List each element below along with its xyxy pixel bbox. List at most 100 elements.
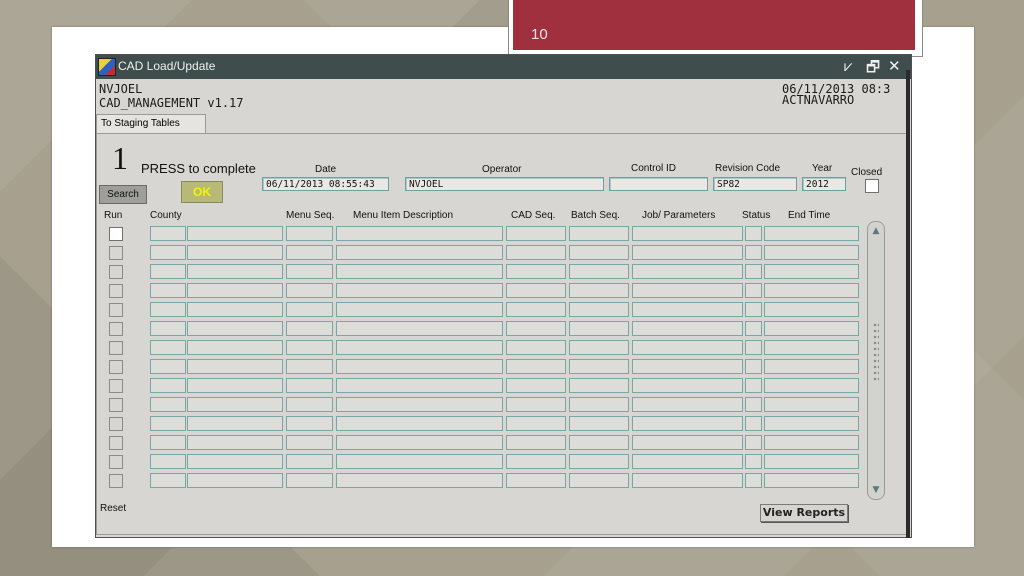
menu-item-description-cell[interactable] (336, 245, 503, 260)
end-time-cell[interactable] (764, 473, 859, 488)
scroll-grip-icon[interactable] (873, 322, 879, 382)
menu-item-description-cell[interactable] (336, 416, 503, 431)
status-cell[interactable] (745, 245, 762, 260)
run-checkbox[interactable] (109, 398, 123, 412)
county-cell[interactable] (150, 245, 186, 260)
batch-seq-cell[interactable] (569, 378, 629, 393)
cad-seq-cell[interactable] (506, 321, 566, 336)
county-cell[interactable] (150, 226, 186, 241)
status-cell[interactable] (745, 454, 762, 469)
job-parameters-cell[interactable] (632, 264, 743, 279)
batch-seq-cell[interactable] (569, 226, 629, 241)
batch-seq-cell[interactable] (569, 359, 629, 374)
job-parameters-cell[interactable] (632, 416, 743, 431)
run-checkbox[interactable] (109, 265, 123, 279)
menu-seq-cell[interactable] (286, 264, 333, 279)
job-parameters-cell[interactable] (632, 473, 743, 488)
menu-seq-cell[interactable] (286, 454, 333, 469)
county-name-cell[interactable] (187, 340, 283, 355)
batch-seq-cell[interactable] (569, 397, 629, 412)
run-checkbox[interactable] (109, 284, 123, 298)
job-parameters-cell[interactable] (632, 359, 743, 374)
menu-item-description-cell[interactable] (336, 435, 503, 450)
job-parameters-cell[interactable] (632, 302, 743, 317)
close-icon[interactable]: ✕ (888, 57, 901, 75)
run-checkbox[interactable] (109, 455, 123, 469)
county-cell[interactable] (150, 397, 186, 412)
batch-seq-cell[interactable] (569, 473, 629, 488)
run-checkbox[interactable] (109, 379, 123, 393)
end-time-cell[interactable] (764, 340, 859, 355)
county-name-cell[interactable] (187, 473, 283, 488)
menu-seq-cell[interactable] (286, 226, 333, 241)
tab-to-staging-tables[interactable]: To Staging Tables (96, 114, 206, 134)
menu-item-description-cell[interactable] (336, 340, 503, 355)
end-time-cell[interactable] (764, 378, 859, 393)
county-cell[interactable] (150, 378, 186, 393)
batch-seq-cell[interactable] (569, 264, 629, 279)
restore-icon[interactable]: 🗗 (866, 57, 880, 82)
job-parameters-cell[interactable] (632, 340, 743, 355)
run-checkbox[interactable] (109, 417, 123, 431)
menu-seq-cell[interactable] (286, 321, 333, 336)
end-time-cell[interactable] (764, 302, 859, 317)
batch-seq-cell[interactable] (569, 321, 629, 336)
status-cell[interactable] (745, 264, 762, 279)
end-time-cell[interactable] (764, 226, 859, 241)
county-cell[interactable] (150, 321, 186, 336)
county-name-cell[interactable] (187, 226, 283, 241)
run-checkbox[interactable] (109, 246, 123, 260)
scroll-up-icon[interactable]: ▲ (868, 223, 884, 239)
county-cell[interactable] (150, 435, 186, 450)
closed-checkbox[interactable] (865, 179, 879, 193)
batch-seq-cell[interactable] (569, 454, 629, 469)
menu-item-description-cell[interactable] (336, 302, 503, 317)
county-cell[interactable] (150, 283, 186, 298)
menu-item-description-cell[interactable] (336, 283, 503, 298)
job-parameters-cell[interactable] (632, 283, 743, 298)
cad-seq-cell[interactable] (506, 302, 566, 317)
run-checkbox[interactable] (109, 474, 123, 488)
end-time-cell[interactable] (764, 416, 859, 431)
county-cell[interactable] (150, 302, 186, 317)
menu-seq-cell[interactable] (286, 435, 333, 450)
batch-seq-cell[interactable] (569, 283, 629, 298)
batch-seq-cell[interactable] (569, 245, 629, 260)
year-field[interactable]: 2012 (802, 177, 846, 191)
status-cell[interactable] (745, 416, 762, 431)
menu-item-description-cell[interactable] (336, 264, 503, 279)
run-checkbox[interactable] (109, 360, 123, 374)
menu-item-description-cell[interactable] (336, 378, 503, 393)
menu-item-description-cell[interactable] (336, 473, 503, 488)
date-field[interactable]: 06/11/2013 08:55:43 (262, 177, 389, 191)
end-time-cell[interactable] (764, 359, 859, 374)
status-cell[interactable] (745, 302, 762, 317)
run-checkbox[interactable] (109, 436, 123, 450)
status-cell[interactable] (745, 283, 762, 298)
job-parameters-cell[interactable] (632, 397, 743, 412)
status-cell[interactable] (745, 340, 762, 355)
end-time-cell[interactable] (764, 397, 859, 412)
county-name-cell[interactable] (187, 397, 283, 412)
status-cell[interactable] (745, 473, 762, 488)
cad-seq-cell[interactable] (506, 283, 566, 298)
end-time-cell[interactable] (764, 435, 859, 450)
end-time-cell[interactable] (764, 321, 859, 336)
batch-seq-cell[interactable] (569, 302, 629, 317)
status-cell[interactable] (745, 226, 762, 241)
end-time-cell[interactable] (764, 283, 859, 298)
cad-seq-cell[interactable] (506, 378, 566, 393)
menu-seq-cell[interactable] (286, 245, 333, 260)
status-cell[interactable] (745, 359, 762, 374)
run-checkbox[interactable] (109, 303, 123, 317)
menu-item-description-cell[interactable] (336, 359, 503, 374)
end-time-cell[interactable] (764, 264, 859, 279)
cad-seq-cell[interactable] (506, 226, 566, 241)
county-cell[interactable] (150, 340, 186, 355)
status-cell[interactable] (745, 321, 762, 336)
menu-seq-cell[interactable] (286, 302, 333, 317)
county-name-cell[interactable] (187, 378, 283, 393)
end-time-cell[interactable] (764, 245, 859, 260)
batch-seq-cell[interactable] (569, 416, 629, 431)
ok-button[interactable]: OK (181, 181, 223, 203)
